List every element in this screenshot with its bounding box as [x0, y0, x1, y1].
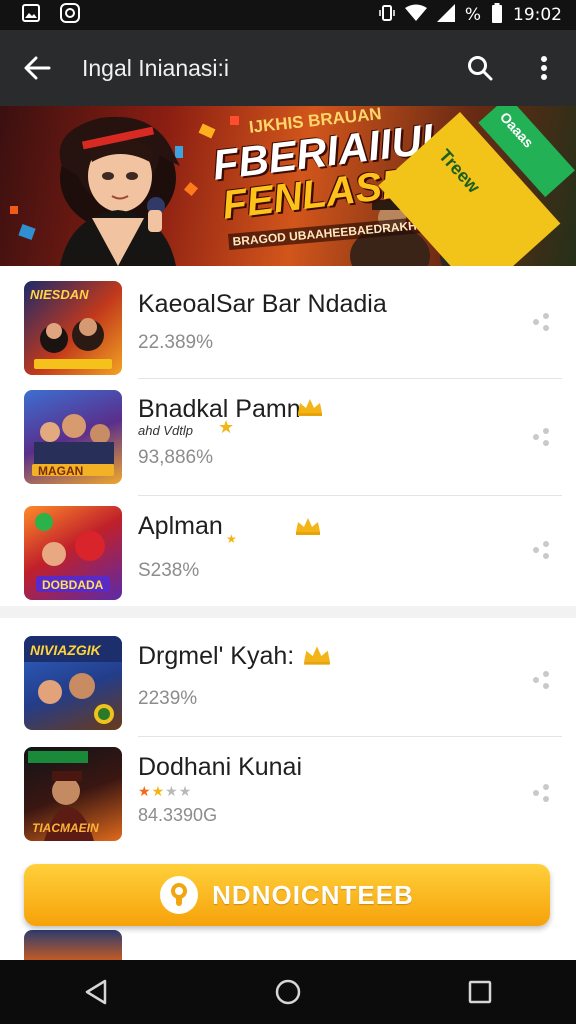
star-icon: ★: [226, 532, 237, 546]
search-button[interactable]: [448, 30, 512, 106]
section-gap: [0, 606, 576, 618]
game-subtitle: S238%: [138, 560, 200, 581]
game-thumbnail: NIESDAN: [24, 281, 122, 375]
cta-label: NDNOICNTEEB: [212, 879, 414, 910]
crown-icon: [296, 518, 320, 535]
image-icon: [22, 4, 40, 26]
battery-icon: [491, 2, 503, 28]
info-circle-icon: [160, 876, 199, 914]
game-subtitle: 93,886%: [138, 447, 214, 468]
arrow-left-icon: [24, 56, 51, 80]
list-item[interactable]: TIACMAEIN Dodhani Kunai ★★★★ 84.3390G: [0, 737, 576, 849]
more-dots-icon: [533, 541, 549, 559]
nav-recents-button[interactable]: [440, 960, 520, 1024]
page-title: Ingal Inianasi:i: [82, 54, 230, 81]
more-options-button[interactable]: [512, 30, 576, 106]
game-thumbnail: DOBDADA: [24, 506, 122, 600]
list-item[interactable]: DOBDADA Aplman ★ S238%: [0, 496, 576, 606]
status-bar: % 19:02: [0, 0, 576, 30]
banner-ribbon-text: Treew: [434, 145, 484, 197]
crown-icon: [298, 399, 322, 416]
nav-home-button[interactable]: [248, 960, 328, 1024]
game-title: Drgmel' Kyah:: [138, 642, 295, 670]
game-title: Dodhani Kunai: [138, 753, 303, 781]
star-icon: ★: [178, 783, 193, 799]
nav-back-button[interactable]: [56, 960, 136, 1024]
signal-icon: [436, 3, 455, 27]
app-bar: Ingal Inianasi:i: [0, 30, 576, 106]
item-more-button[interactable]: [530, 425, 554, 449]
game-title: KaeoalSar Bar Ndadia: [138, 290, 387, 318]
system-nav-bar: [0, 960, 576, 1024]
back-triangle-icon: [85, 979, 107, 1005]
game-thumbnail-text: MAGAN: [38, 464, 84, 478]
screen: % 19:02 Ingal Inianasi:i IJKHIS BRAUAN F…: [0, 0, 576, 1024]
battery-percent-text: %: [464, 5, 481, 25]
star-icon: ★: [165, 783, 179, 799]
more-dots-icon: [533, 313, 549, 331]
game-thumbnail-peek: [24, 930, 122, 960]
back-button[interactable]: [0, 30, 74, 106]
game-thumbnail-text: NIVIAZGIK: [30, 642, 101, 658]
item-more-button[interactable]: [530, 781, 554, 805]
recents-square-icon: [468, 980, 492, 1004]
game-thumbnail: TIACMAEIN: [24, 747, 122, 841]
vibrate-icon: [379, 4, 395, 27]
list-item[interactable]: NIESDAN KaeoalSar Bar Ndadia 22.389%: [0, 266, 576, 378]
star-icon: ★: [138, 783, 152, 799]
item-more-button[interactable]: [530, 310, 554, 334]
primary-cta-button[interactable]: NDNOICNTEEB: [24, 864, 550, 926]
crown-icon: [304, 646, 330, 665]
promo-banner[interactable]: IJKHIS BRAUAN FBERIAIIUL FENLASBIAH BRAG…: [0, 106, 576, 266]
status-right: % 19:02: [379, 2, 562, 28]
list-item[interactable]: MAGAN Bnadkal Pamn ahd Vdtlp ★ 93,886%: [0, 379, 576, 495]
game-thumbnail-text: DOBDADA: [42, 578, 104, 592]
shield-icon: [60, 3, 80, 27]
rating-stars: ★★★★: [138, 783, 192, 800]
game-subtitle: 22.389%: [138, 332, 214, 353]
item-more-button[interactable]: [530, 538, 554, 562]
game-subtitle: 2239%: [138, 688, 198, 709]
game-thumbnail-text: NIESDAN: [30, 287, 89, 302]
game-meta: ahd Vdtlp: [138, 423, 193, 438]
more-vert-icon: [541, 56, 547, 80]
game-subtitle: 84.3390G: [138, 805, 218, 825]
star-icon: ★: [151, 783, 166, 799]
status-left: [22, 3, 80, 27]
home-circle-icon: [275, 979, 301, 1005]
star-icon: ★: [218, 417, 235, 437]
game-title: Aplman: [138, 512, 223, 540]
game-thumbnail: MAGAN: [24, 390, 122, 484]
wifi-icon: [404, 4, 427, 27]
more-dots-icon: [533, 671, 549, 689]
status-time: 19:02: [513, 5, 562, 25]
game-thumbnail-text: TIACMAEIN: [32, 821, 99, 835]
more-dots-icon: [533, 428, 549, 446]
search-icon: [468, 56, 493, 81]
item-more-button[interactable]: [530, 668, 554, 692]
more-dots-icon: [533, 784, 549, 802]
game-thumbnail: NIVIAZGIK: [24, 636, 122, 730]
list-item[interactable]: NIVIAZGIK Drgmel' Kyah: 2239%: [0, 618, 576, 736]
